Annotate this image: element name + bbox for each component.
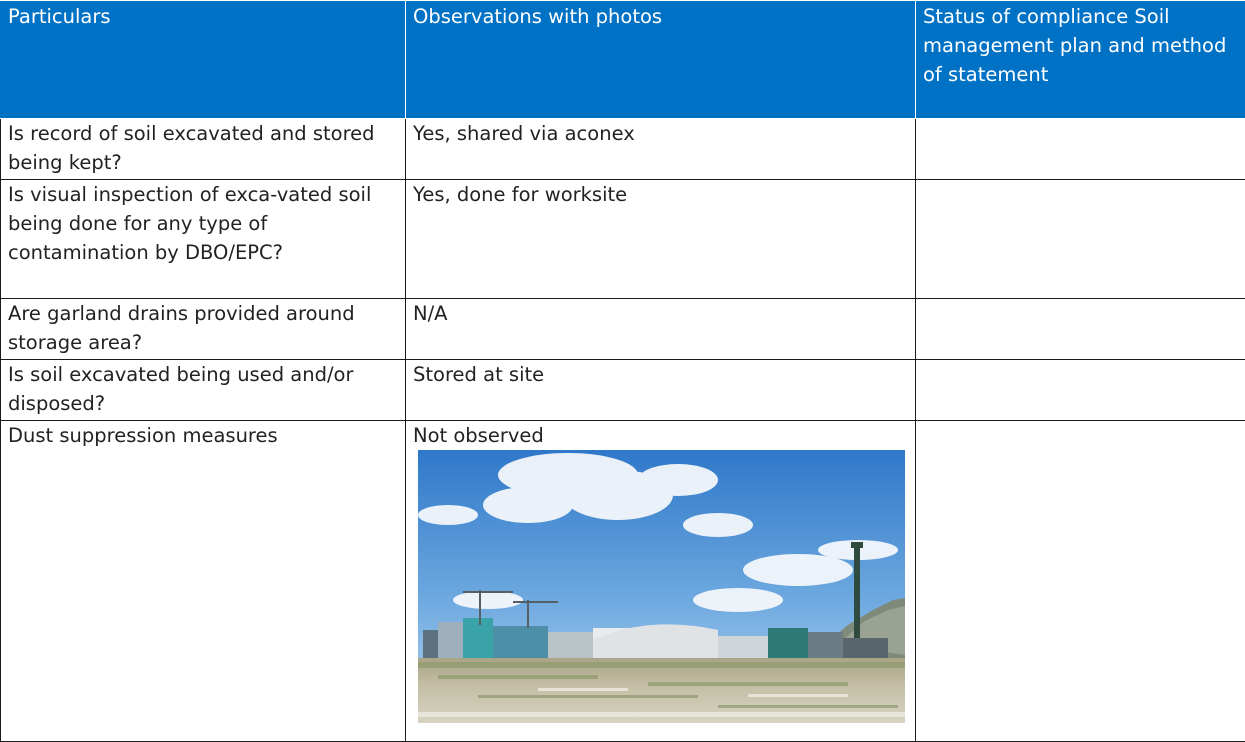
observation-cell: Not observed (406, 421, 916, 742)
header-row: Particulars Observations with photos Sta… (1, 1, 1245, 119)
construction-site-photo (418, 450, 905, 723)
status-cell (916, 180, 1245, 299)
observation-text: Not observed (413, 421, 911, 450)
particular-cell: Are garland drains provided around stora… (1, 299, 406, 360)
observation-cell: Stored at site (406, 360, 916, 421)
header-observations: Observations with photos (406, 1, 916, 119)
status-cell (916, 299, 1245, 360)
particular-cell: Is visual inspection of exca-vated soil … (1, 180, 406, 299)
observation-cell: Yes, shared via aconex (406, 119, 916, 180)
particular-cell: Is record of soil excavated and stored b… (1, 119, 406, 180)
soil-compliance-table: Particulars Observations with photos Sta… (0, 0, 1245, 742)
observation-cell: Yes, done for worksite (406, 180, 916, 299)
table-row: Dust suppression measures Not observed (1, 421, 1245, 742)
header-particulars: Particulars (1, 1, 406, 119)
table-row: Is record of soil excavated and stored b… (1, 119, 1245, 180)
observation-cell: N/A (406, 299, 916, 360)
status-cell (916, 360, 1245, 421)
status-cell (916, 119, 1245, 180)
particular-cell: Dust suppression measures (1, 421, 406, 742)
table-row: Is soil excavated being used and/or disp… (1, 360, 1245, 421)
header-status: Status of compliance Soil management pla… (916, 1, 1245, 119)
status-cell (916, 421, 1245, 742)
particular-cell: Is soil excavated being used and/or disp… (1, 360, 406, 421)
table-row: Are garland drains provided around stora… (1, 299, 1245, 360)
table-row: Is visual inspection of exca-vated soil … (1, 180, 1245, 299)
